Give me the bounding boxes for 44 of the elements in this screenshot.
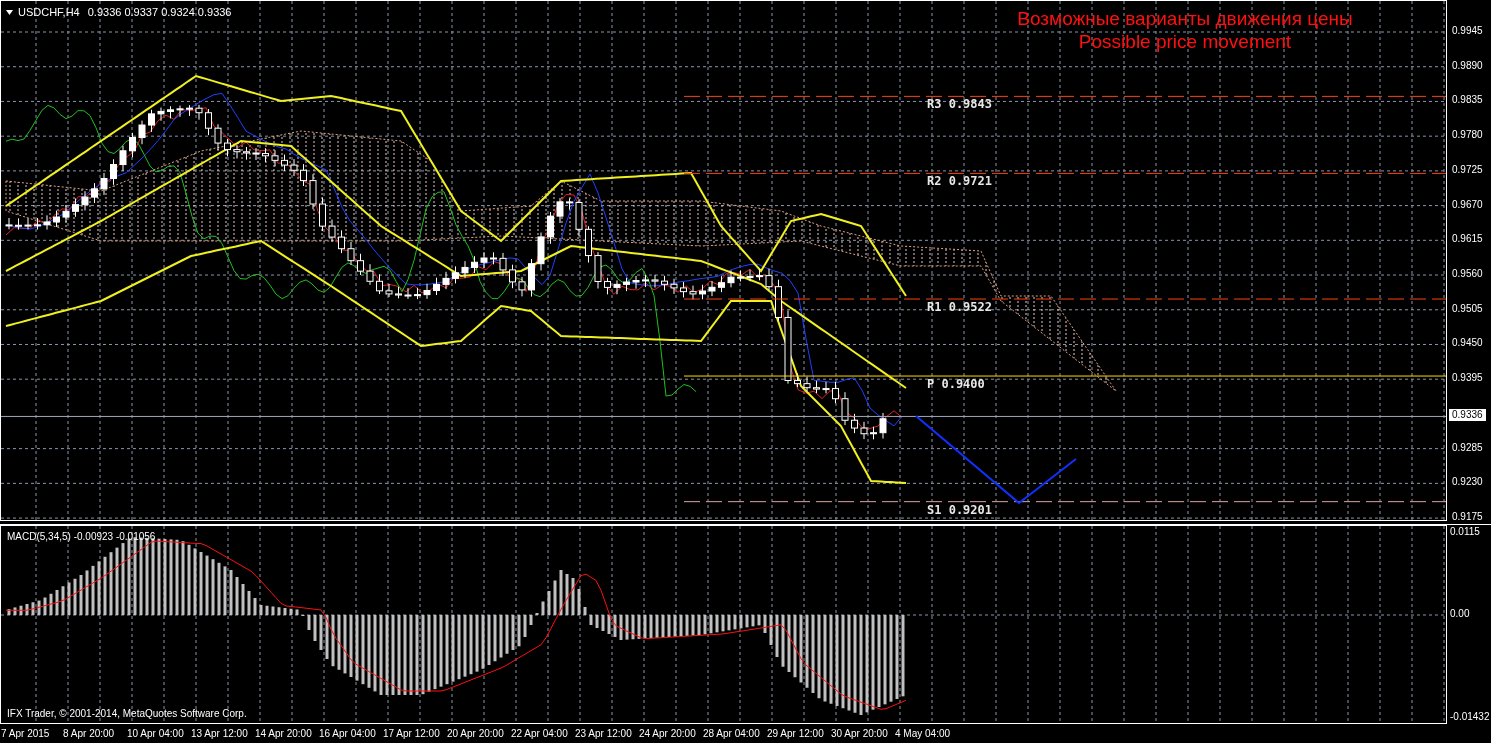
level-label: P 0.9400 bbox=[927, 377, 985, 392]
axis-label: 0.9670 bbox=[1452, 198, 1483, 211]
axis-label: 0.9835 bbox=[1452, 94, 1483, 107]
time-label: 24 Apr 20:00 bbox=[639, 727, 697, 741]
ohlc-values: 0.9336 0.9337 0.9324 0.9336 bbox=[87, 5, 232, 20]
axis-label: 0.9560 bbox=[1452, 268, 1483, 281]
axis-label: -0.01432 bbox=[1450, 711, 1490, 723]
time-label: 28 Apr 04:00 bbox=[703, 727, 761, 741]
time-label: 29 Apr 12:00 bbox=[767, 727, 825, 741]
axis-label: 0.9780 bbox=[1452, 129, 1483, 142]
axis-label: 0.00 bbox=[1450, 608, 1470, 620]
indicator-label: MACD(5,34,5) -0.00923 -0.01056 bbox=[7, 530, 156, 544]
axis-label: 0.9505 bbox=[1452, 302, 1483, 315]
time-label: 8 Apr 20:00 bbox=[63, 727, 116, 741]
time-label: 30 Apr 20:00 bbox=[831, 727, 889, 741]
axis-label: 0.9615 bbox=[1452, 233, 1483, 246]
time-label: 14 Apr 20:00 bbox=[255, 727, 313, 741]
axis-label: 0.9285 bbox=[1452, 441, 1483, 454]
axis-label: 0.9395 bbox=[1452, 372, 1483, 385]
axis-label: 0.9175 bbox=[1452, 511, 1483, 524]
axis-label: 0.9450 bbox=[1452, 337, 1483, 350]
time-label: 13 Apr 12:00 bbox=[191, 727, 249, 741]
time-label: 7 Apr 2015 bbox=[0, 727, 51, 741]
axis-label: 0.0115 bbox=[1450, 526, 1480, 538]
axis-label: 0.9230 bbox=[1452, 476, 1483, 489]
level-label: R1 0.9522 bbox=[927, 300, 993, 314]
level-label: R2 0.9721 bbox=[927, 174, 993, 189]
chart-title: Возможные варианты движения цены bbox=[1017, 7, 1353, 30]
time-label: 4 May 04:00 bbox=[895, 727, 952, 741]
time-label: 16 Apr 04:00 bbox=[319, 727, 377, 741]
copyright-text: IFX Trader, © 2001-2014, MetaQuotes Software Corp. bbox=[7, 707, 247, 721]
axis-label: 0.9725 bbox=[1452, 163, 1483, 176]
time-label: 17 Apr 12:00 bbox=[383, 727, 441, 741]
level-label: S1 0.9201 bbox=[927, 502, 993, 517]
level-label: R3 0.9843 bbox=[927, 97, 993, 112]
time-label: 10 Apr 04:00 bbox=[127, 727, 185, 741]
time-label: 23 Apr 12:00 bbox=[575, 727, 633, 741]
axis-label: 0.9890 bbox=[1452, 59, 1483, 72]
axis-label: 0.9945 bbox=[1452, 25, 1483, 37]
chart-title: Possible price movement bbox=[1078, 30, 1292, 53]
symbol-label: USDCHF,H4 bbox=[18, 5, 80, 20]
time-label: 22 Apr 04:00 bbox=[511, 727, 569, 741]
current-price-label: 0.9336 bbox=[1449, 409, 1486, 422]
time-label: 20 Apr 20:00 bbox=[447, 727, 505, 741]
